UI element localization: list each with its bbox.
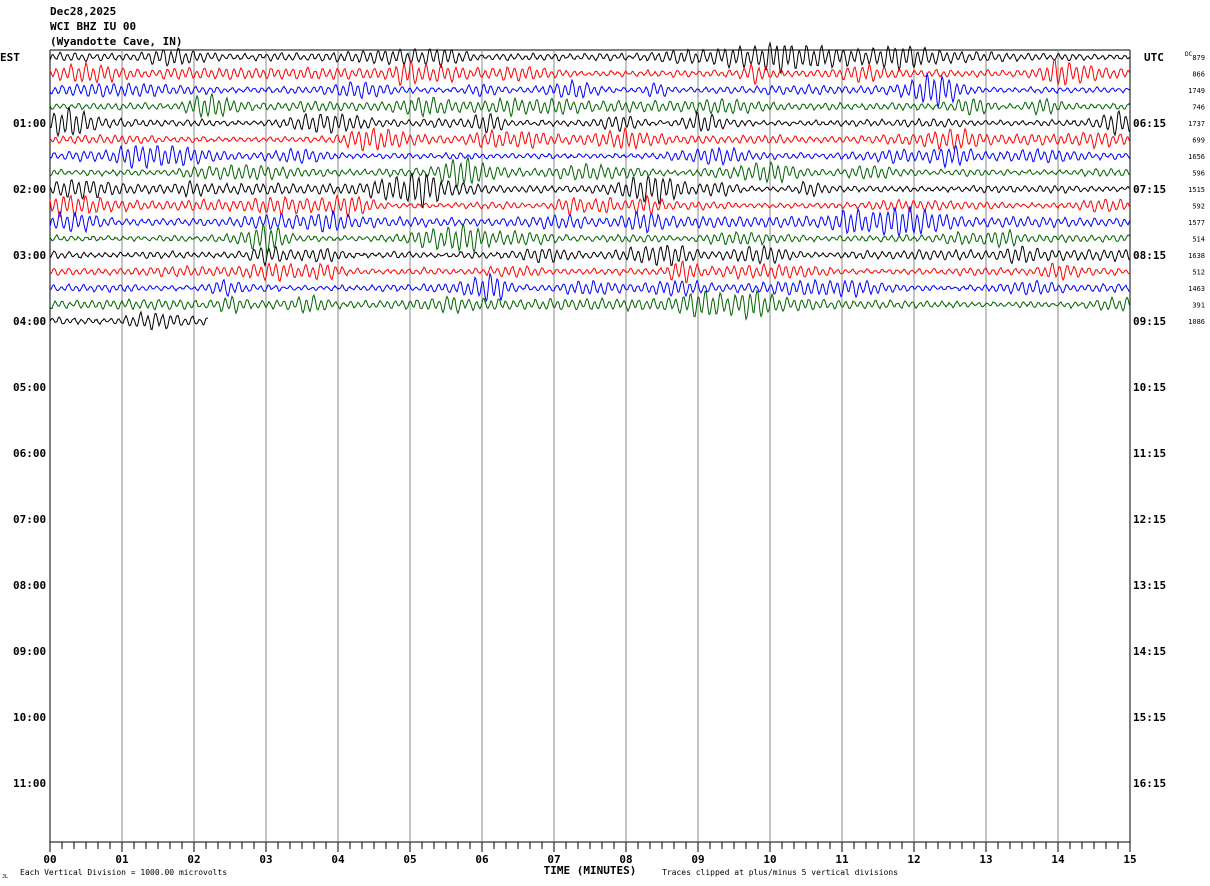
dc-header: DC	[1185, 51, 1193, 58]
seismic-trace	[49, 92, 1131, 119]
dc-offset-label: 699	[1192, 137, 1205, 145]
x-tick-label: 06	[475, 853, 489, 866]
x-tick-label: 01	[115, 853, 129, 866]
dc-offset-label: 1577	[1188, 219, 1205, 227]
dc-offset-label: 1515	[1188, 186, 1205, 194]
x-tick-label: 12	[907, 853, 920, 866]
right-hour-label: 06:15	[1133, 117, 1166, 130]
left-hour-label: 04:00	[13, 315, 46, 328]
dc-offset-label: 879	[1192, 54, 1205, 62]
dc-offset-label: 514	[1192, 236, 1205, 244]
right-hour-label: 09:15	[1133, 315, 1166, 328]
corner-mark: JL	[2, 874, 8, 880]
dc-offset-label: 1463	[1188, 285, 1205, 293]
left-hour-label: 03:00	[13, 249, 46, 262]
left-hour-label: 07:00	[13, 513, 46, 526]
dc-offset-label: 1737	[1188, 120, 1205, 128]
left-hour-label: 01:00	[13, 117, 46, 130]
dc-offset-label: 592	[1192, 203, 1205, 211]
left-timezone-label: EST	[0, 51, 20, 64]
dc-offset-label: 391	[1192, 302, 1205, 310]
right-hour-label: 12:15	[1133, 513, 1166, 526]
seismic-trace	[49, 144, 1131, 170]
seismic-trace	[49, 222, 1131, 255]
helicorder-plot: 00 01 02 03 04 05 06 07 08 09 10 11 12 13 14 1501:00 06:…	[0, 41, 1205, 880]
right-hour-label: 11:15	[1133, 447, 1166, 460]
right-timezone-label: UTC	[1144, 51, 1164, 64]
x-tick-label: 11	[835, 853, 849, 866]
x-tick-label: 13	[979, 853, 992, 866]
dc-offset-label: 1638	[1188, 252, 1205, 260]
x-tick-label: 15	[1123, 853, 1136, 866]
left-hour-label: 09:00	[13, 645, 46, 658]
seismic-trace	[49, 206, 1131, 238]
seismic-trace	[49, 271, 1130, 303]
right-hour-label: 07:15	[1133, 183, 1166, 196]
x-tick-label: 00	[43, 853, 56, 866]
dc-offset-label: 1086	[1188, 318, 1205, 326]
x-tick-label: 03	[259, 853, 272, 866]
right-hour-label: 14:15	[1133, 645, 1166, 658]
dc-offset-label: 512	[1192, 269, 1205, 277]
x-tick-label: 09	[691, 853, 704, 866]
left-hour-label: 02:00	[13, 183, 46, 196]
left-hour-label: 11:00	[13, 777, 46, 790]
x-tick-label: 05	[403, 853, 416, 866]
x-tick-label: 10	[763, 853, 776, 866]
seismic-trace	[49, 310, 209, 331]
right-hour-label: 13:15	[1133, 579, 1166, 592]
left-hour-label: 10:00	[13, 711, 46, 724]
seismic-trace	[49, 126, 1131, 152]
right-hour-label: 08:15	[1133, 249, 1166, 262]
seismic-trace	[49, 289, 1131, 321]
x-tick-label: 04	[331, 853, 345, 866]
left-hour-label: 06:00	[13, 447, 46, 460]
left-hour-label: 08:00	[13, 579, 46, 592]
seismic-trace	[49, 172, 1131, 209]
clip-note: Traces clipped at plus/minus 5 vertical …	[662, 868, 898, 877]
dc-offset-label: 1749	[1188, 87, 1205, 95]
right-hour-label: 15:15	[1133, 711, 1166, 724]
dc-offset-label: 866	[1192, 71, 1205, 79]
x-axis-title: TIME (MINUTES)	[544, 864, 637, 877]
seismic-trace	[49, 41, 1131, 75]
seismic-trace	[49, 260, 1131, 284]
seismic-trace	[49, 194, 1131, 218]
seismic-trace	[49, 58, 1131, 87]
x-tick-label: 14	[1051, 853, 1065, 866]
seismic-trace	[49, 244, 1131, 268]
left-hour-label: 05:00	[13, 381, 46, 394]
scale-note: Each Vertical Division = 1000.00 microvo…	[20, 868, 227, 877]
dc-offset-label: 596	[1192, 170, 1205, 178]
x-tick-label: 02	[187, 853, 200, 866]
dc-offset-label: 1656	[1188, 153, 1205, 161]
right-hour-label: 10:15	[1133, 381, 1166, 394]
right-hour-label: 16:15	[1133, 777, 1166, 790]
dc-offset-label: 746	[1192, 104, 1205, 112]
